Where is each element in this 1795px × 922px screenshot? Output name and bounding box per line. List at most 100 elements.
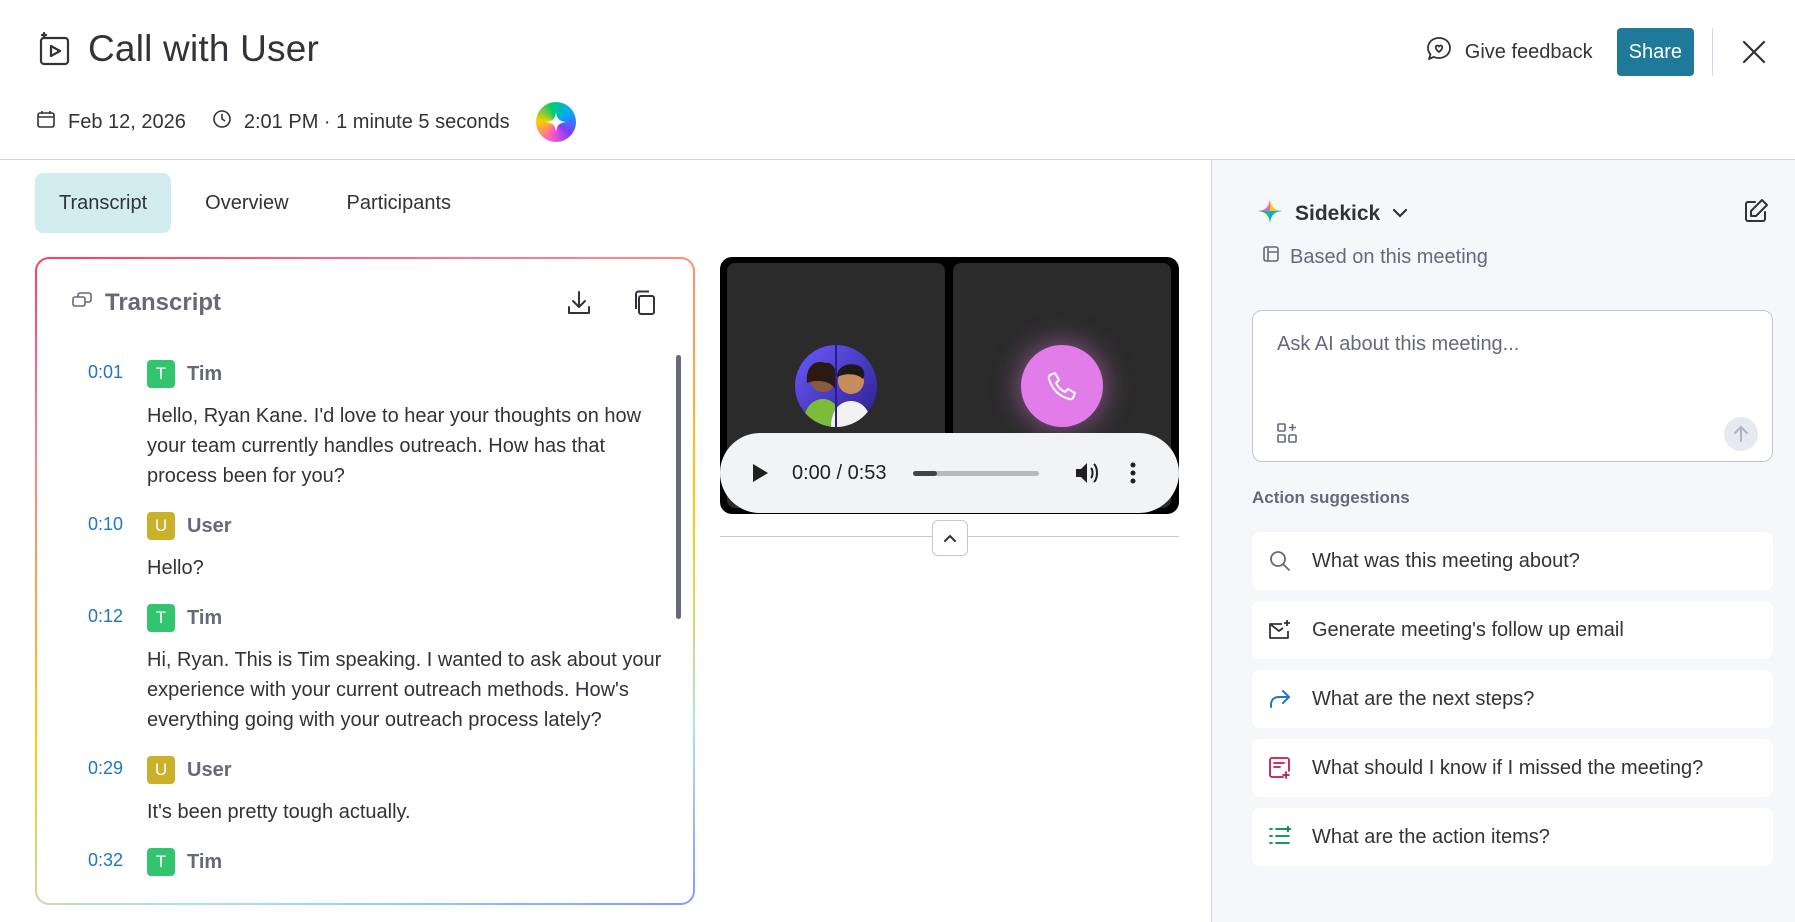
note-plus-icon (1266, 754, 1294, 782)
give-feedback-button[interactable]: Give feedback (1425, 35, 1593, 69)
time-text: 2:01 PM · 1 minute 5 seconds (243, 110, 510, 133)
speaker-name: User (187, 514, 232, 537)
action-suggestions: What was this meeting about? Generate me… (1252, 532, 1773, 877)
suggestion-label: What should I know if I missed the meeti… (1312, 756, 1704, 779)
chat-heart-icon (1425, 35, 1453, 69)
seek-progress (912, 470, 937, 476)
transcript-body: 0:01 T Tim Hello, Ryan Kane. I'd love to… (37, 359, 677, 897)
entry-speaker: T Tim (147, 847, 667, 877)
playback-time: 0:00 / 0:53 (792, 461, 887, 484)
page-header: Call with User Feb 12, 2026 2:01 PM · 1 … (0, 0, 1795, 160)
collapse-video-button[interactable] (932, 520, 968, 556)
transcript-entry: 0:12 T Tim Hi, Ryan. This is Tim speakin… (37, 603, 677, 735)
calendar-icon (36, 109, 56, 135)
search-icon (1266, 547, 1294, 575)
meeting-tabs: Transcript Overview Participants (35, 173, 475, 233)
avatar: T (147, 848, 175, 876)
entry-timestamp[interactable]: 0:10 (37, 511, 147, 583)
phone-icon (1047, 372, 1076, 401)
chevron-down-icon (1392, 205, 1408, 223)
sidekick-context: Based on this meeting (1262, 245, 1488, 269)
transcript-entry: 0:01 T Tim Hello, Ryan Kane. I'd love to… (37, 359, 677, 491)
video-player[interactable]: 0:00 / 0:53 (720, 257, 1179, 514)
apps-button[interactable] (1275, 421, 1299, 445)
speaker-name: Tim (187, 362, 223, 385)
sidekick-title: Sidekick (1295, 201, 1381, 225)
entry-speaker: U User (147, 755, 667, 785)
title-row: Call with User (36, 28, 319, 70)
entry-timestamp[interactable]: 0:01 (37, 359, 147, 491)
share-button[interactable]: Share (1616, 28, 1694, 76)
play-button[interactable] (748, 461, 772, 485)
entry-speaker: T Tim (147, 359, 667, 389)
audio-controls: 0:00 / 0:53 (720, 433, 1179, 513)
forward-arrow-icon (1266, 685, 1294, 713)
volume-button[interactable] (1073, 459, 1101, 487)
suggestion-label: What are the action items? (1312, 825, 1550, 848)
meeting-time: 2:01 PM · 1 minute 5 seconds (212, 109, 510, 135)
sidekick-sparkle-icon (1257, 198, 1283, 229)
transcript-actions (565, 289, 659, 317)
transcript-panel: Transcript 0:01 T Tim Hello, Ryan Kane. … (37, 259, 693, 903)
suggestion-label: What was this meeting about? (1312, 549, 1580, 572)
apps-icon (1277, 423, 1297, 443)
entry-timestamp[interactable]: 0:12 (37, 603, 147, 735)
entry-speaker: U User (147, 511, 667, 541)
suggestion-action-items[interactable]: What are the action items? (1252, 808, 1773, 866)
suggestion-meeting-about[interactable]: What was this meeting about? (1252, 532, 1773, 590)
transcript-entry: 0:10 U User Hello? (37, 511, 677, 583)
entry-timestamp[interactable]: 0:32 (37, 847, 147, 877)
download-icon[interactable] (565, 289, 593, 317)
checklist-icon (1266, 823, 1294, 851)
tab-participants[interactable]: Participants (323, 173, 476, 233)
transcript-icon (71, 290, 93, 317)
seek-bar[interactable] (912, 470, 1039, 476)
arrow-up-icon (1734, 425, 1748, 442)
entry-text: It's been pretty tough actually. (147, 801, 411, 823)
ai-sparkle-button[interactable] (535, 102, 576, 142)
speaker-name: Tim (187, 606, 223, 629)
transcript-entry: 0:32 T Tim (37, 847, 677, 877)
suggestion-missed-meeting[interactable]: What should I know if I missed the meeti… (1252, 739, 1773, 797)
new-chat-button[interactable] (1741, 196, 1771, 226)
meeting-meta: Feb 12, 2026 2:01 PM · 1 minute 5 second… (36, 102, 576, 142)
sparkle-icon (545, 112, 566, 132)
header-actions: Give feedback Share (1425, 28, 1795, 76)
mail-sparkle-icon (1266, 616, 1294, 644)
tab-transcript[interactable]: Transcript (35, 173, 172, 233)
sidekick-selector[interactable]: Sidekick (1257, 198, 1408, 229)
context-label: Based on this meeting (1290, 245, 1488, 268)
edit-icon (1745, 199, 1768, 222)
ask-ai-placeholder: Ask AI about this meeting... (1277, 333, 1520, 355)
participants-avatar (795, 345, 877, 427)
suggestion-label: Generate meeting's follow up email (1312, 618, 1624, 641)
transcript-title: Transcript (105, 289, 222, 316)
close-button[interactable] (1739, 37, 1769, 67)
chevron-up-icon (944, 534, 956, 542)
clock-icon (212, 109, 232, 135)
meeting-date: Feb 12, 2026 (36, 109, 186, 135)
send-button[interactable] (1724, 417, 1758, 451)
date-text: Feb 12, 2026 (68, 110, 186, 133)
sidekick-sidebar: Sidekick Based on this meeting Ask AI ab… (1211, 160, 1795, 922)
transcript-header: Transcript (71, 289, 221, 317)
avatar: T (147, 604, 175, 632)
tab-overview[interactable]: Overview (181, 173, 312, 233)
avatar: U (147, 756, 175, 784)
more-options-button[interactable] (1123, 459, 1143, 487)
transcript-entry: 0:29 U User It's been pretty tough actua… (37, 755, 677, 827)
avatar: T (147, 360, 175, 388)
entry-text: Hello? (147, 557, 204, 579)
give-feedback-label: Give feedback (1464, 40, 1593, 63)
recording-icon (36, 30, 74, 68)
copy-icon[interactable] (631, 289, 659, 317)
document-icon (1262, 245, 1280, 269)
suggestion-follow-up-email[interactable]: Generate meeting's follow up email (1252, 601, 1773, 659)
play-icon (753, 464, 768, 482)
suggestion-next-steps[interactable]: What are the next steps? (1252, 670, 1773, 728)
avatar: U (147, 512, 175, 540)
more-vertical-icon (1130, 462, 1136, 484)
speaker-name: User (187, 758, 232, 781)
ask-ai-input[interactable]: Ask AI about this meeting... (1252, 310, 1773, 462)
entry-timestamp[interactable]: 0:29 (37, 755, 147, 827)
